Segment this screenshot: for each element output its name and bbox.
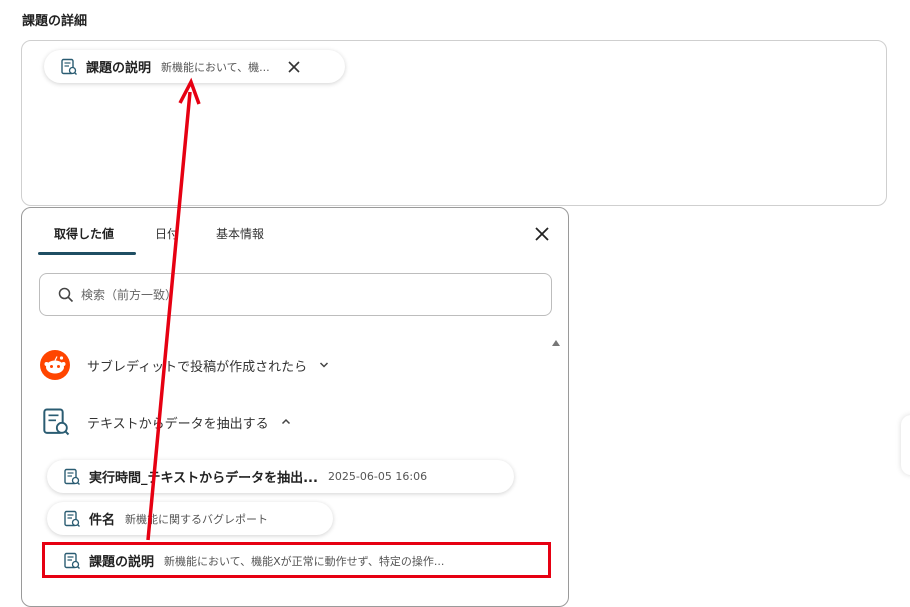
active-tab-indicator: [38, 252, 136, 255]
list-item-exec-time[interactable]: 実行時間_テキストからデータを抽出... 2025-06-05 16:06: [47, 460, 514, 493]
chevron-up-icon[interactable]: [281, 417, 291, 427]
field-chip-issue-description[interactable]: 課題の説明 新機能において、機...: [44, 50, 345, 83]
group-label: サブレディットで投稿が作成されたら: [87, 359, 308, 375]
search-input[interactable]: [79, 286, 483, 303]
group-extract-text[interactable]: テキストからデータを抽出する: [41, 407, 291, 437]
group-label: テキストからデータを抽出する: [87, 416, 269, 432]
chevron-down-icon[interactable]: [319, 360, 329, 370]
reddit-icon: [40, 350, 70, 380]
highlight-box: [42, 542, 551, 578]
side-widget: [901, 415, 910, 475]
tab-basic-info[interactable]: 基本情報: [216, 225, 264, 242]
item-label: 件名: [89, 513, 116, 528]
chip-value: 新機能において、機...: [161, 60, 270, 74]
search-box[interactable]: [39, 273, 552, 316]
tab-bar: 取得した値 日付 基本情報: [22, 208, 568, 256]
document-icon: [64, 468, 80, 485]
group-subreddit-trigger[interactable]: サブレディットで投稿が作成されたら: [39, 349, 329, 381]
close-icon[interactable]: [288, 60, 300, 73]
item-value: 新機能に関するバグレポート: [125, 512, 269, 526]
panel-close-icon[interactable]: [534, 226, 550, 242]
tab-obtained-values[interactable]: 取得した値: [54, 225, 114, 242]
section-title: 課題の詳細: [22, 14, 88, 29]
item-label: 実行時間_テキストからデータを抽出...: [89, 471, 318, 486]
document-icon: [64, 510, 80, 527]
tab-date[interactable]: 日付: [155, 225, 179, 242]
search-icon: [58, 287, 74, 302]
scrollbar-up-arrow[interactable]: [552, 340, 560, 346]
document-icon: [43, 408, 70, 436]
issue-detail-field[interactable]: 課題の説明 新機能において、機...: [21, 40, 887, 206]
document-icon: [61, 58, 77, 75]
chip-label: 課題の説明: [86, 61, 152, 76]
list-item-subject[interactable]: 件名 新機能に関するバグレポート: [47, 502, 333, 535]
item-value: 2025-06-05 16:06: [327, 470, 428, 483]
